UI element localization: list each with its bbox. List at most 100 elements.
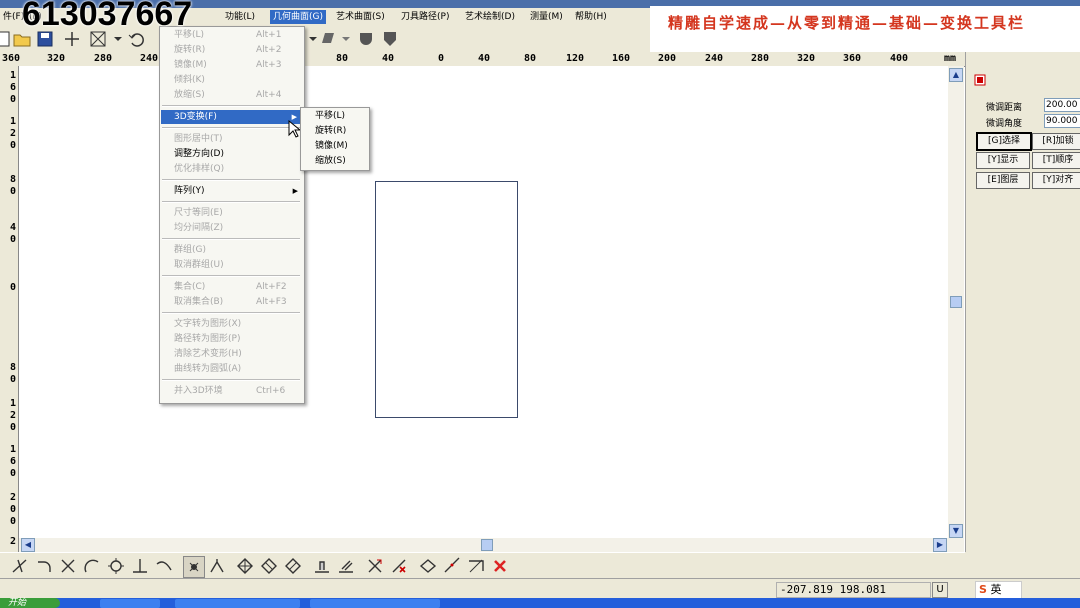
taskbar — [0, 598, 1080, 608]
menu-art-surface[interactable]: 艺术曲面(S) — [333, 10, 388, 24]
split-line-icon[interactable] — [207, 556, 227, 576]
delete-icon[interactable] — [490, 556, 510, 576]
ruler-unit: mm — [944, 53, 957, 64]
bucket-icon[interactable] — [356, 29, 376, 49]
ime-logo-icon: S — [979, 583, 987, 596]
menu-item-same-size[interactable]: 尺寸等同(E) — [174, 206, 302, 220]
menu-item-merge-3d[interactable]: 并入3D环境 Ctrl+6 — [174, 384, 302, 398]
menu-item-ungroup[interactable]: 取消群组(U) — [174, 258, 302, 272]
join-curves-icon[interactable] — [418, 556, 438, 576]
ruler-tick: 1 — [10, 398, 17, 409]
menu-item-nesting[interactable]: 优化排样(Q) — [174, 162, 302, 176]
menu-item-scale[interactable]: 放缩(S) Alt+4 — [174, 88, 302, 102]
show-button[interactable]: [Y]显示 — [976, 152, 1030, 169]
curve-extend-icon[interactable] — [154, 556, 174, 576]
menu-item-distribute[interactable]: 均分间隔(Z) — [174, 221, 302, 235]
ime-indicator[interactable]: S 英 — [975, 581, 1022, 599]
submenu-item-rotate[interactable]: 旋转(R) — [315, 124, 346, 138]
select-button[interactable]: [G]选择 — [976, 132, 1032, 151]
menu-measure[interactable]: 测量(M) — [527, 10, 566, 24]
menu-item-adjust-direction[interactable]: 调整方向(D) — [174, 147, 302, 161]
menu-item-rotate[interactable]: 旋转(R) Alt+2 — [174, 43, 302, 57]
arc-icon[interactable] — [82, 556, 102, 576]
circle-tangent-icon[interactable] — [106, 556, 126, 576]
node-edit-icon[interactable] — [974, 74, 986, 86]
menu-item-mirror[interactable]: 镜像(M) Alt+3 — [174, 58, 302, 72]
order-button[interactable]: [T]顺序 — [1032, 152, 1080, 169]
dropdown-arrow-icon[interactable] — [336, 29, 356, 49]
start-button[interactable]: 开始 — [0, 598, 60, 608]
align-stack-icon[interactable] — [336, 556, 356, 576]
diamond-nodes-icon[interactable] — [259, 556, 279, 576]
shield-icon[interactable] — [380, 29, 400, 49]
break-curve-icon[interactable] — [442, 556, 462, 576]
fillet-icon[interactable] — [34, 556, 54, 576]
menu-tool-path[interactable]: 刀具路径(P) — [398, 10, 452, 24]
nudge-angle-input[interactable]: 90.000 — [1044, 114, 1080, 128]
remove-node-icon[interactable] — [389, 556, 409, 576]
delete-node-icon[interactable] — [365, 556, 385, 576]
menu-item-curve-to-arc[interactable]: 曲线转为圆弧(A) — [174, 362, 302, 376]
horizontal-ruler: 360 320 280 240 80 40 0 40 80 120 160 20… — [0, 52, 965, 67]
menu-item-translate[interactable]: 平移(L) Alt+1 — [174, 28, 302, 42]
menu-item-group[interactable]: 群组(G) — [174, 243, 302, 257]
menu-item-3d-transform[interactable]: 3D变换(F) ▶ — [161, 110, 301, 124]
submenu-item-scale[interactable]: 缩放(S) — [315, 154, 346, 168]
ruler-tick: 0 — [10, 234, 17, 245]
nudge-distance-label: 微调距离 — [986, 103, 1023, 113]
ruler-tick: 360 — [843, 53, 862, 64]
bottom-toolbar-right — [965, 552, 1080, 578]
perpendicular-icon[interactable] — [130, 556, 150, 576]
cross-break-icon[interactable] — [58, 556, 78, 576]
lock-button[interactable]: [R]加锁 — [1032, 133, 1080, 150]
ruler-tick: 2 — [10, 536, 17, 547]
ruler-tick: 360 — [2, 53, 21, 64]
scroll-thumb[interactable] — [950, 296, 962, 308]
scroll-thumb[interactable] — [481, 539, 493, 551]
diamond-nodes-icon[interactable] — [283, 556, 303, 576]
geometry-menu-dropdown: 平移(L) Alt+1 旋转(R) Alt+2 镜像(M) Alt+3 倾斜(K) 放… — [159, 26, 305, 404]
node-snap-icon[interactable] — [183, 556, 205, 578]
scroll-up-icon[interactable]: ▲ — [949, 68, 963, 82]
taskbar-quicklaunch[interactable] — [100, 599, 160, 608]
submenu-item-translate[interactable]: 平移(L) — [315, 109, 345, 123]
taskbar-app[interactable] — [310, 599, 440, 608]
layer-button[interactable]: [E]图层 — [976, 172, 1030, 189]
scroll-left-icon[interactable]: ◀ — [21, 538, 35, 552]
menu-item-uncombine[interactable]: 取消集合(B) Alt+F3 — [174, 295, 302, 309]
vertical-scrollbar[interactable]: ▲ ▼ — [948, 66, 964, 540]
trim-icon[interactable] — [10, 556, 30, 576]
align-bottom-icon[interactable] — [312, 556, 332, 576]
menu-help[interactable]: 帮助(H) — [572, 10, 610, 24]
menu-item-skew[interactable]: 倾斜(K) — [174, 73, 302, 87]
ruler-tick: 240 — [140, 53, 159, 64]
rectangle-shape[interactable] — [375, 181, 518, 418]
close-curve-icon[interactable] — [466, 556, 486, 576]
shape-fill-icon[interactable] — [318, 29, 338, 49]
menu-item-center[interactable]: 图形居中(T) — [174, 132, 302, 146]
ruler-tick: 0 — [10, 468, 17, 479]
menu-geometry-surface[interactable]: 几何曲面(G) — [270, 10, 326, 24]
menu-item-array[interactable]: 阵列(Y) ▶ — [174, 184, 302, 198]
taskbar-app[interactable] — [175, 599, 300, 608]
vertical-ruler: 1 6 0 1 2 0 8 0 4 0 0 8 0 1 2 0 1 6 0 2 … — [0, 66, 19, 552]
menu-item-path-to-shape[interactable]: 路径转为图形(P) — [174, 332, 302, 346]
ruler-tick: 200 — [658, 53, 677, 64]
menu-item-combine[interactable]: 集合(C) Alt+F2 — [174, 280, 302, 294]
menu-art-draw[interactable]: 艺术绘制(D) — [462, 10, 518, 24]
menu-item-clear-art-deform[interactable]: 清除艺术变形(H) — [174, 347, 302, 361]
align-button[interactable]: [Y]对齐 — [1032, 172, 1080, 189]
bottom-toolbar — [0, 552, 965, 579]
cursor-coordinates: -207.819 198.081 — [776, 582, 931, 598]
horizontal-scrollbar[interactable]: ◀ ▶ — [19, 538, 964, 552]
nudge-distance-input[interactable]: 200.00 — [1044, 98, 1080, 112]
menu-function[interactable]: 功能(L) — [222, 10, 258, 24]
ruler-tick: 0 — [10, 94, 17, 105]
scroll-right-icon[interactable]: ▶ — [933, 538, 947, 552]
submenu-item-mirror[interactable]: 镜像(M) — [315, 139, 348, 153]
ruler-tick: 0 — [10, 374, 17, 385]
submenu-arrow-icon: ▶ — [292, 187, 298, 195]
diamond-nodes-icon[interactable] — [235, 556, 255, 576]
scroll-down-icon[interactable]: ▼ — [949, 524, 963, 538]
menu-item-text-to-shape[interactable]: 文字转为图形(X) — [174, 317, 302, 331]
